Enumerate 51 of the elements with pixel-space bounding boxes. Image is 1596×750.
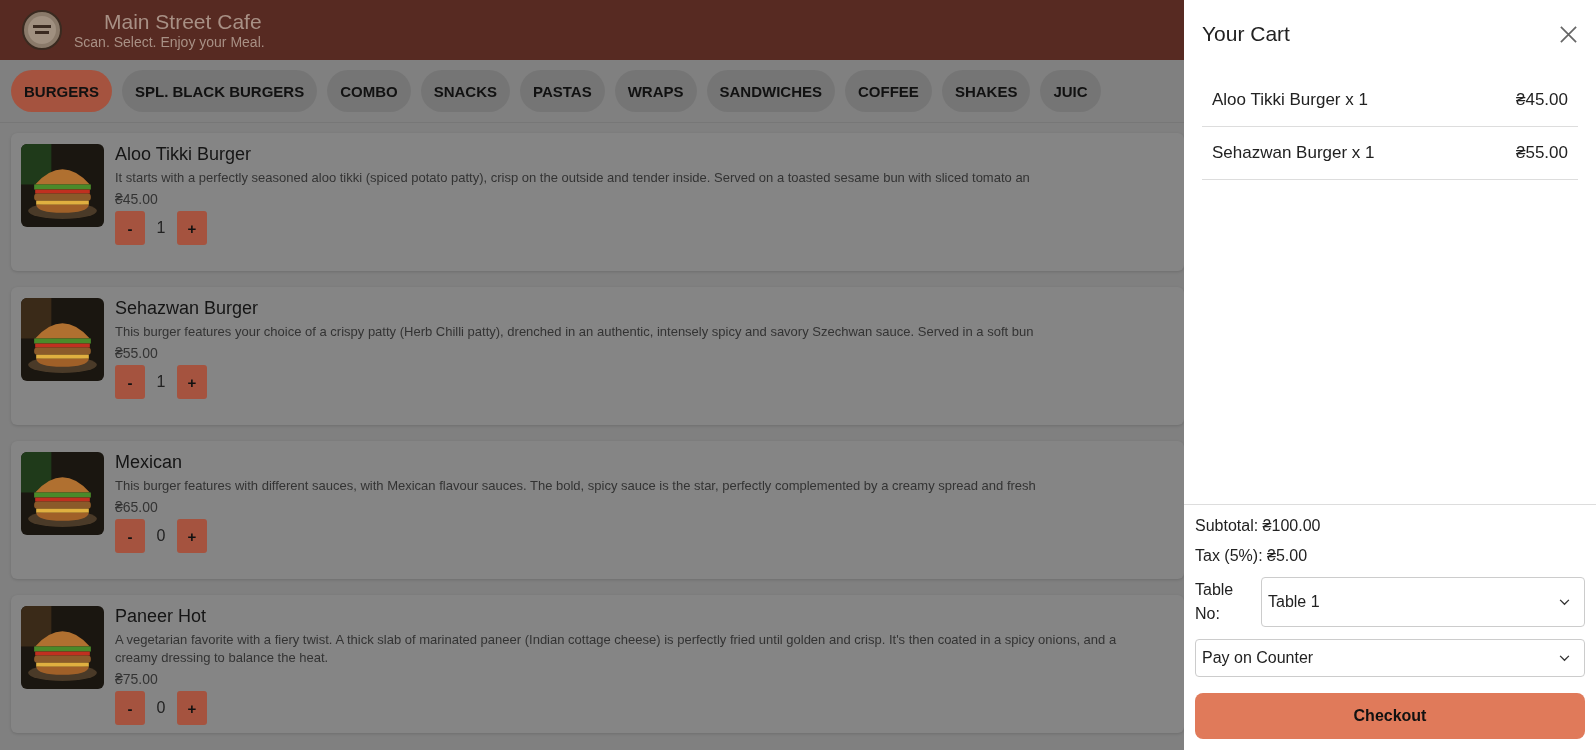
tagline: Scan. Select. Enjoy your Meal. [74, 34, 265, 50]
close-icon[interactable] [1559, 24, 1578, 44]
quantity: 0 [155, 527, 167, 545]
cart-item-amount: ₴55.00 [1516, 143, 1568, 163]
checkout-button[interactable]: Checkout [1195, 693, 1585, 739]
decrease-button[interactable]: - [115, 211, 145, 245]
cart-title: Your Cart [1202, 22, 1290, 46]
cart-item-amount: ₴45.00 [1516, 90, 1568, 110]
item-name: Paneer Hot [115, 606, 208, 627]
category-tab[interactable]: BURGERS [11, 70, 112, 112]
category-tab[interactable]: SNACKS [420, 70, 511, 112]
decrease-button[interactable]: - [115, 519, 145, 553]
item-price: ₴75.00 [115, 671, 159, 687]
chevron-icon [1559, 654, 1570, 662]
decrease-button[interactable]: - [115, 691, 145, 725]
quantity: 1 [155, 373, 167, 391]
category-tab[interactable]: SPL. BLACK BURGERS [122, 70, 318, 112]
item-price: ₴55.00 [115, 345, 159, 361]
cafe-name: Main Street Cafe [103, 10, 263, 34]
item-price: ₴45.00 [115, 191, 159, 207]
category-tab[interactable]: COMBO [327, 70, 411, 112]
item-description: It starts with a perfectly seasoned aloo tikki (spiced potato patty), crisp on the outside and tender inside. Served on a toasted sesame bun with sliced tomato an [115, 169, 1030, 187]
item-description: A vegetarian favorite with a fiery twist. A thick slab of marinated paneer (Indian cottage cheese) is perfectly fried until golden and crisp. It's then coated in a spicy onions, and a creamy dressing to balance the heat. [115, 631, 1118, 667]
category-tab[interactable]: WRAPS [614, 70, 697, 112]
item-description: This burger features your choice of a crispy patty (Herb Chilli patty), drenched in an authentic, intensely spicy and savory Szechwan sauce. Served in a soft bun [115, 323, 1034, 341]
table-select[interactable]: Table 1 [1261, 577, 1585, 627]
increase-button[interactable]: + [177, 365, 207, 399]
item-price: ₴65.00 [115, 499, 159, 515]
increase-button[interactable]: + [177, 691, 207, 725]
logo-icon [22, 10, 62, 50]
cart-item-label: Sehazwan Burger x 1 [1212, 143, 1375, 163]
chevron-icon [1559, 598, 1570, 606]
tax: Tax (5%): ₴5.00 [1195, 547, 1309, 565]
cart-item-label: Aloo Tikki Burger x 1 [1212, 90, 1368, 110]
subtotal: Subtotal: ₴100.00 [1195, 517, 1322, 535]
decrease-button[interactable]: - [115, 365, 145, 399]
item-name: Mexican [115, 452, 184, 473]
payment-select[interactable]: Pay on Counter [1195, 639, 1585, 677]
category-tab[interactable]: PASTAS [520, 70, 605, 112]
category-tab[interactable]: COFFEE [845, 70, 932, 112]
item-description: This burger features with different sauces, with Mexican flavour sauces. The bold, spicy sauce is the star, perfectly complemented by a creamy spread and fresh [115, 477, 1036, 495]
quantity: 0 [155, 699, 167, 717]
category-tab[interactable]: JUIC [1040, 70, 1101, 112]
category-tab[interactable]: SANDWICHES [706, 70, 836, 112]
item-name: Aloo Tikki Burger [115, 144, 253, 165]
item-name: Sehazwan Burger [115, 298, 260, 319]
quantity: 1 [155, 219, 167, 237]
increase-button[interactable]: + [177, 211, 207, 245]
category-tab[interactable]: SHAKES [941, 70, 1031, 112]
increase-button[interactable]: + [177, 519, 207, 553]
table-label: Table No: [1195, 580, 1235, 624]
